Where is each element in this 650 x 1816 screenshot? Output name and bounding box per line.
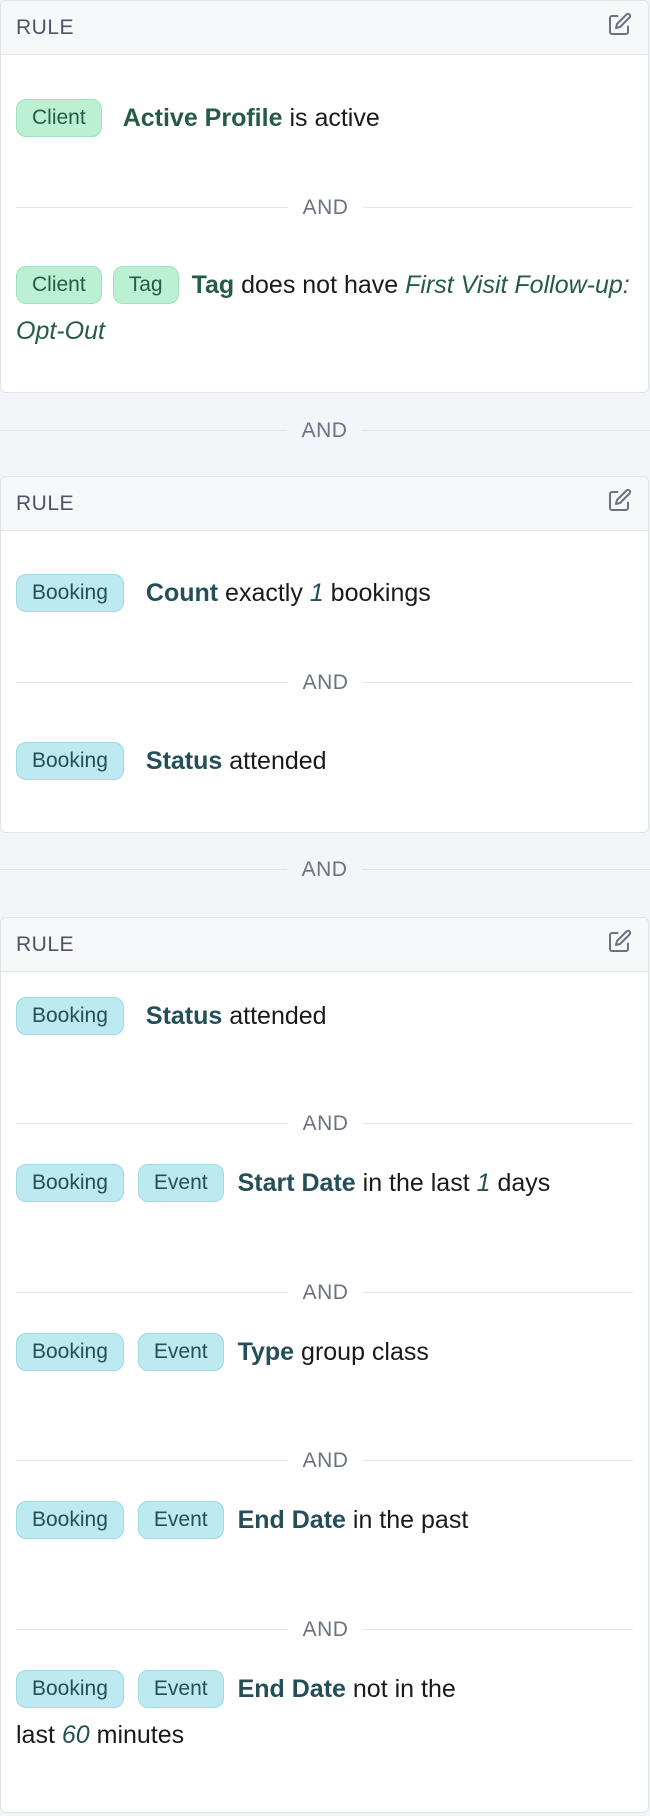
condition-type: Booking Event Type group class [16, 1329, 633, 1375]
condition-status: Booking Status attended [16, 993, 633, 1039]
condition-field: Status [145, 747, 223, 775]
condition-operator: is active [289, 104, 380, 132]
condition-value: 60 [61, 1721, 90, 1749]
edit-icon [609, 488, 632, 511]
and-label: AND [302, 1449, 349, 1472]
rule-and-separator: AND [0, 416, 650, 446]
condition-count: Booking Count exactly 1 bookings [16, 570, 633, 616]
and-separator: AND [16, 1615, 633, 1645]
and-label: AND [302, 1618, 349, 1641]
and-label: AND [302, 671, 349, 694]
rule-title: RULE [16, 933, 75, 956]
condition-end-date-past: Booking Event End Date in the past [16, 1497, 633, 1543]
client-tag: Client [16, 99, 102, 137]
event-tag: Event [137, 1670, 224, 1708]
condition-operator: group class [301, 1338, 429, 1366]
condition-unit: bookings [330, 579, 431, 607]
client-tag: Client [16, 266, 102, 304]
condition-field: Type [237, 1338, 295, 1366]
and-separator: AND [16, 668, 633, 698]
and-separator: AND [16, 1278, 633, 1308]
rule-title: RULE [16, 16, 75, 39]
edit-rule-button[interactable] [606, 486, 634, 514]
rule-header: RULE [1, 1, 648, 55]
and-separator: AND [16, 193, 633, 223]
condition-field: Count [145, 579, 219, 607]
booking-tag: Booking [16, 1670, 124, 1708]
booking-tag: Booking [16, 742, 124, 780]
condition-operator: exactly [225, 579, 303, 607]
condition-value: 1 [309, 579, 324, 607]
condition-field: Active Profile [122, 104, 283, 132]
and-separator: AND [16, 1109, 633, 1139]
edit-rule-button[interactable] [606, 927, 634, 955]
tag-tag: Tag [112, 266, 179, 304]
condition-field: End Date [237, 1675, 346, 1703]
condition-field: Tag [191, 271, 235, 299]
condition-operator: attended [229, 1002, 327, 1030]
condition-field: Start Date [237, 1169, 356, 1197]
and-separator: AND [16, 1446, 633, 1476]
condition-start-date: Booking Event Start Date in the last 1 day… [16, 1160, 633, 1206]
event-tag: Event [137, 1164, 224, 1202]
condition-end-date-recent: Booking Event End Date not in the last 60 … [16, 1666, 498, 1758]
condition-operator: in the last [362, 1169, 470, 1197]
edit-icon [609, 12, 632, 35]
booking-tag: Booking [16, 997, 124, 1035]
event-tag: Event [137, 1501, 224, 1539]
and-label: AND [302, 196, 349, 219]
condition-field: End Date [237, 1506, 346, 1534]
edit-rule-button[interactable] [606, 10, 634, 38]
booking-tag: Booking [16, 574, 124, 612]
condition-field: Status [145, 1002, 223, 1030]
and-label: AND [301, 419, 348, 442]
booking-tag: Booking [16, 1501, 124, 1539]
booking-tag: Booking [16, 1333, 124, 1371]
condition-unit: days [497, 1169, 551, 1197]
condition-tag: Client Tag Tag does not have First Visit F… [16, 262, 633, 354]
and-label: AND [302, 1112, 349, 1135]
rule-and-separator: AND [0, 855, 650, 885]
edit-icon [609, 929, 632, 952]
condition-active-profile: Client Active Profile is active [16, 95, 633, 141]
condition-value: 1 [476, 1169, 491, 1197]
rule-card-1: RULE Client Active Profile is active AND … [0, 0, 649, 393]
rule-header: RULE [1, 477, 648, 531]
and-label: AND [301, 858, 348, 881]
condition-status: Booking Status attended [16, 738, 633, 784]
rule-card-3: RULE Booking Status attended AND Booking E… [0, 917, 649, 1813]
condition-operator: attended [229, 747, 327, 775]
condition-unit: minutes [96, 1721, 185, 1749]
rule-header: RULE [1, 918, 648, 972]
rule-title: RULE [16, 492, 75, 515]
rule-card-2: RULE Booking Count exactly 1 bookings AND… [0, 476, 649, 833]
booking-tag: Booking [16, 1164, 124, 1202]
condition-operator: does not have [241, 271, 399, 299]
condition-operator: in the past [352, 1506, 469, 1534]
event-tag: Event [137, 1333, 224, 1371]
and-label: AND [302, 1281, 349, 1304]
